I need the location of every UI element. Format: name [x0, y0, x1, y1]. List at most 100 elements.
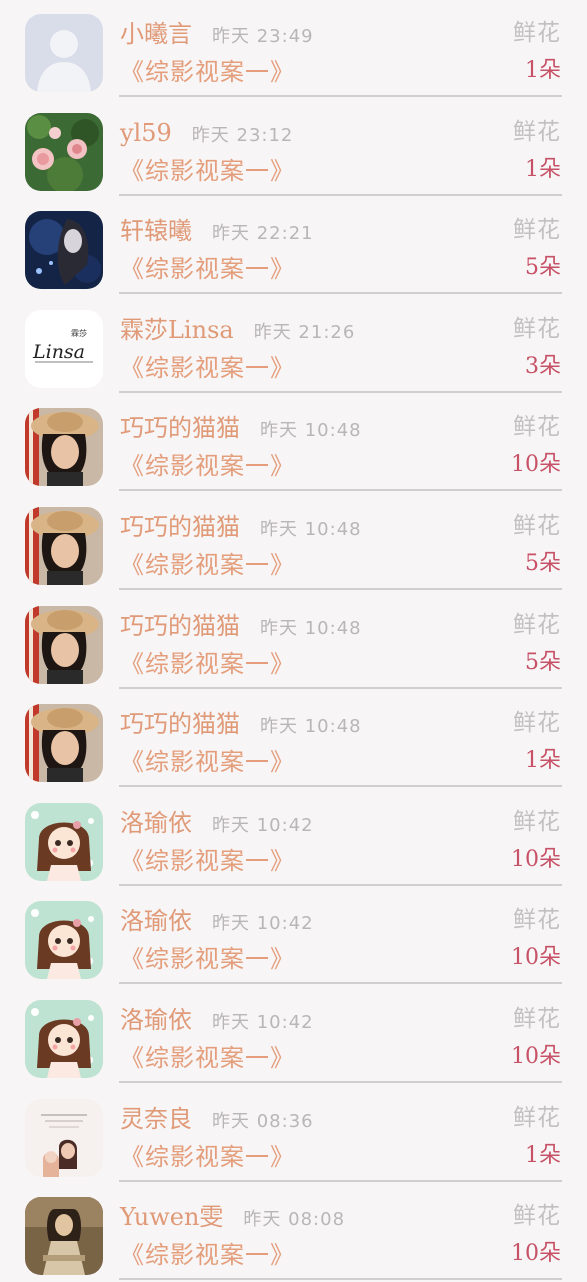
- gift-type-label: 鲜花: [513, 1006, 561, 1032]
- row-divider: [119, 292, 562, 295]
- gift-timestamp: 昨天 10:48: [260, 617, 362, 639]
- linsa-logo-avatar-icon[interactable]: 霖莎 Linsa: [25, 309, 103, 388]
- row-divider: [119, 95, 562, 97]
- user-name[interactable]: 灵奈良 昨天 08:36: [120, 1107, 314, 1131]
- gift-count: 1朵: [525, 156, 561, 182]
- row-divider: [119, 390, 562, 393]
- gift-type-label: 鲜花: [513, 20, 561, 46]
- gift-timestamp: 昨天 22:21: [212, 223, 314, 245]
- row-divider: [119, 489, 562, 492]
- row-divider: [119, 982, 562, 985]
- user-name[interactable]: 巧巧的猫猫 昨天 10:48: [120, 416, 362, 440]
- gift-list-item[interactable]: 洛瑜依 昨天 10:42 《综影视案一》 鲜花 10朵: [0, 986, 587, 1085]
- user-name[interactable]: 霖莎Linsa 昨天 21:26: [120, 318, 355, 342]
- row-divider: [119, 785, 562, 788]
- hat-woman-avatar-icon[interactable]: [25, 408, 103, 487]
- gift-count: 5朵: [525, 649, 561, 675]
- gift-count: 10朵: [511, 945, 561, 971]
- hat-woman-avatar-icon[interactable]: [25, 704, 103, 783]
- gift-list-item[interactable]: 灵奈良 昨天 08:36 《综影视案一》 鲜花 1朵: [0, 1085, 587, 1184]
- book-title[interactable]: 《综影视案一》: [120, 454, 295, 478]
- gift-count: 10朵: [511, 1241, 561, 1267]
- gift-timestamp: 昨天 08:08: [243, 1209, 346, 1231]
- cartoon-girl-avatar-icon[interactable]: [25, 802, 103, 881]
- gift-count: 10朵: [511, 1044, 561, 1069]
- row-divider: [119, 1179, 562, 1182]
- gift-list-item[interactable]: 霖莎 Linsa 霖莎Linsa 昨天 21:26 《综影视案一》 鲜花 3朵: [0, 296, 587, 395]
- user-name[interactable]: yl59 昨天 23:12: [120, 121, 293, 145]
- user-name[interactable]: 巧巧的猫猫 昨天 10:48: [120, 515, 362, 539]
- gift-type-label: 鲜花: [513, 907, 561, 934]
- book-title[interactable]: 《综影视案一》: [120, 1243, 295, 1267]
- book-title[interactable]: 《综影视案一》: [120, 1145, 295, 1169]
- couple-illustration-avatar-icon[interactable]: [25, 1098, 103, 1177]
- user-name[interactable]: 洛瑜依 昨天 10:42: [120, 909, 314, 933]
- gift-count: 3朵: [525, 353, 561, 379]
- gift-timestamp: 昨天 21:26: [253, 321, 356, 343]
- user-name[interactable]: 巧巧的猫猫 昨天 10:48: [120, 712, 362, 736]
- gift-count: 5朵: [525, 255, 561, 281]
- gift-list-item[interactable]: Yuwen雯 昨天 08:08 《综影视案一》 鲜花 10朵: [0, 1183, 587, 1282]
- gift-timestamp: 昨天 23:49: [212, 26, 314, 47]
- gift-type-label: 鲜花: [513, 808, 561, 835]
- hat-woman-avatar-icon[interactable]: [25, 605, 103, 684]
- gift-list-item[interactable]: 洛瑜依 昨天 10:42 《综影视案一》 鲜花 10朵: [0, 789, 587, 888]
- flower-gift-list: 小曦言 昨天 23:49 《综影视案一》 鲜花 1朵 yl59 昨天 23:12 《综影视案一…: [0, 0, 587, 1282]
- gift-count: 1朵: [525, 1142, 561, 1168]
- cartoon-girl-avatar-icon[interactable]: [25, 1000, 103, 1078]
- gift-type-label: 鲜花: [513, 1104, 561, 1131]
- gift-list-item[interactable]: 巧巧的猫猫 昨天 10:48 《综影视案一》 鲜花 10朵: [0, 394, 587, 493]
- gift-type-label: 鲜花: [513, 611, 561, 638]
- book-title[interactable]: 《综影视案一》: [120, 947, 295, 971]
- book-title[interactable]: 《综影视案一》: [120, 553, 295, 577]
- row-divider: [119, 1081, 562, 1083]
- book-title[interactable]: 《综影视案一》: [120, 1046, 295, 1070]
- gift-timestamp: 昨天 10:42: [212, 814, 314, 836]
- row-divider: [119, 883, 562, 886]
- hat-woman-avatar-icon[interactable]: [25, 507, 103, 585]
- user-name[interactable]: 轩辕曦 昨天 22:21: [120, 219, 314, 243]
- gift-timestamp: 昨天 08:36: [212, 1110, 314, 1132]
- book-title[interactable]: 《综影视案一》: [120, 60, 295, 84]
- gift-type-label: 鲜花: [513, 710, 561, 737]
- gift-list-item[interactable]: 洛瑜依 昨天 10:42 《综影视案一》 鲜花 10朵: [0, 887, 587, 986]
- book-title[interactable]: 《综影视案一》: [120, 652, 295, 676]
- gift-type-label: 鲜花: [513, 315, 561, 342]
- sepia-photo-avatar-icon[interactable]: [25, 1197, 103, 1276]
- gift-count: 1朵: [525, 748, 561, 774]
- user-name[interactable]: Yuwen雯 昨天 08:08: [120, 1205, 345, 1229]
- svg-text:Linsa: Linsa: [32, 341, 85, 363]
- gift-count: 1朵: [525, 58, 561, 83]
- default-avatar-icon[interactable]: [25, 14, 103, 92]
- row-divider: [119, 193, 562, 196]
- cartoon-girl-avatar-icon[interactable]: [25, 901, 103, 980]
- gift-timestamp: 昨天 10:42: [212, 1012, 314, 1033]
- row-divider: [119, 588, 562, 590]
- book-title[interactable]: 《综影视案一》: [120, 356, 295, 380]
- gift-type-label: 鲜花: [513, 217, 561, 244]
- book-title[interactable]: 《综影视案一》: [120, 849, 295, 873]
- gift-type-label: 鲜花: [513, 1203, 561, 1230]
- user-name[interactable]: 洛瑜依 昨天 10:42: [120, 811, 314, 835]
- book-title[interactable]: 《综影视案一》: [120, 159, 295, 183]
- gift-timestamp: 昨天 10:48: [260, 716, 362, 738]
- gift-type-label: 鲜花: [513, 513, 561, 539]
- dark-fantasy-avatar-icon[interactable]: [25, 211, 103, 290]
- gift-list-item[interactable]: 小曦言 昨天 23:49 《综影视案一》 鲜花 1朵: [0, 0, 587, 99]
- user-name[interactable]: 巧巧的猫猫 昨天 10:48: [120, 614, 362, 638]
- gift-list-item[interactable]: 巧巧的猫猫 昨天 10:48 《综影视案一》 鲜花 5朵: [0, 493, 587, 592]
- book-title[interactable]: 《综影视案一》: [120, 257, 295, 281]
- book-title[interactable]: 《综影视案一》: [120, 750, 295, 774]
- user-name[interactable]: 洛瑜依 昨天 10:42: [120, 1008, 314, 1032]
- svg-text:霖莎: 霖莎: [71, 328, 87, 338]
- row-divider: [119, 686, 562, 689]
- gift-list-item[interactable]: 巧巧的猫猫 昨天 10:48 《综影视案一》 鲜花 5朵: [0, 592, 587, 691]
- gift-type-label: 鲜花: [513, 118, 561, 145]
- gift-list-item[interactable]: 轩辕曦 昨天 22:21 《综影视案一》 鲜花 5朵: [0, 197, 587, 296]
- gift-timestamp: 昨天 23:12: [191, 124, 294, 146]
- rose-avatar-icon[interactable]: [25, 112, 103, 191]
- user-name[interactable]: 小曦言 昨天 23:49: [120, 22, 314, 46]
- gift-list-item[interactable]: yl59 昨天 23:12 《综影视案一》 鲜花 1朵: [0, 99, 587, 198]
- gift-count: 5朵: [525, 551, 561, 576]
- gift-list-item[interactable]: 巧巧的猫猫 昨天 10:48 《综影视案一》 鲜花 1朵: [0, 690, 587, 789]
